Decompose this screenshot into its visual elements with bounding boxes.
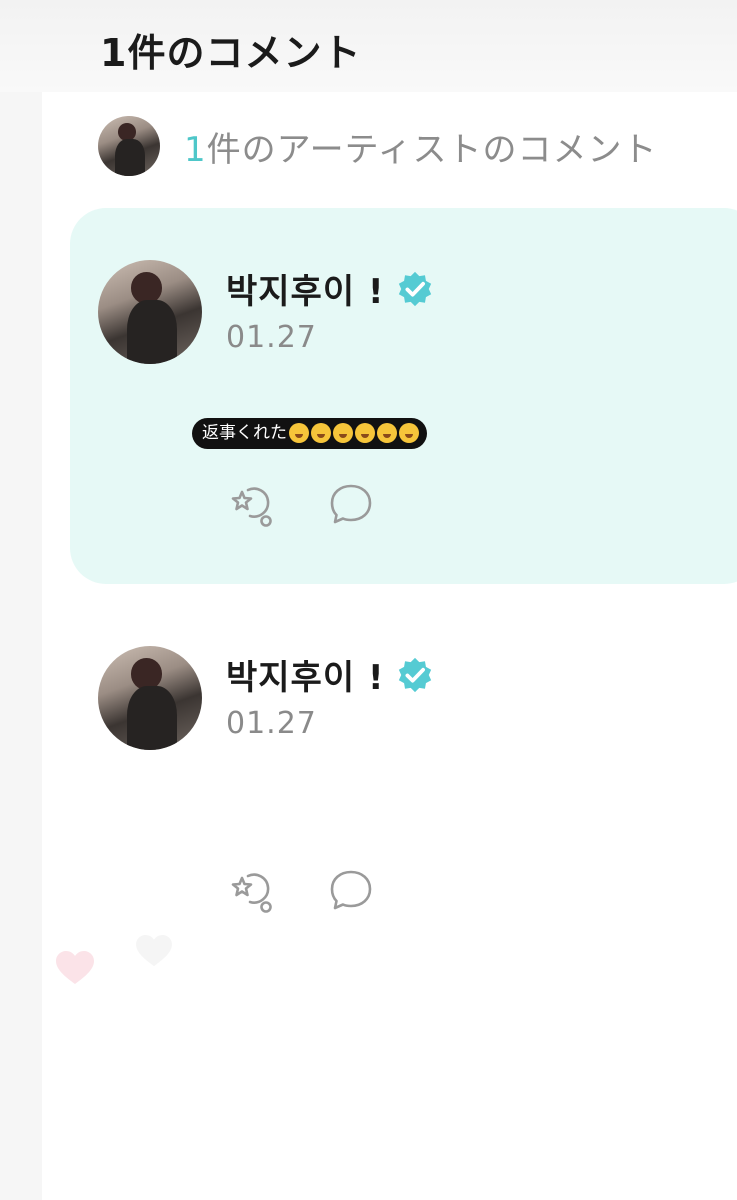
artist-comment-label: 件のアーティストのコメント [206,130,658,170]
comment-date: 01.27 [226,320,317,355]
verified-badge-icon [398,657,431,692]
comment-item: 박지후이 ! 01.27 [98,260,698,560]
speech-bubble-icon[interactable] [326,480,376,530]
comment-author-line: 박지후이 ! [226,264,434,313]
comment-item: 박지후이 ! 01.27 [98,646,698,946]
comment-author-line: 박지후이 ! [226,650,434,699]
artist-comment-summary-text: 1件のアーティストのコメント [184,122,658,171]
side-strip [0,90,42,1200]
heart-icon [56,951,94,984]
crying-emoji-icon [333,423,353,443]
speech-bubble-icon[interactable] [326,866,376,916]
comment-date: 01.27 [226,706,317,741]
artist-comment-count: 1 [184,130,207,170]
cheer-star-icon[interactable] [226,866,276,916]
header: 1件のコメント [0,0,737,92]
cheer-star-icon[interactable] [226,480,276,530]
crying-emoji-icon [289,423,309,443]
page-title: 1件のコメント [100,31,362,75]
avatar [98,116,160,176]
artist-comment-summary[interactable]: 1件のアーティストのコメント [98,116,718,176]
verified-badge-icon [398,271,431,306]
reaction-sticker: 返事くれた [192,418,427,449]
avatar[interactable] [98,260,202,364]
heart-icon [136,934,172,967]
comment-author-name[interactable]: 박지후이 ! [226,272,384,312]
avatar[interactable] [98,646,202,750]
crying-emoji-icon [311,423,331,443]
sticker-text: 返事くれた [202,423,287,443]
crying-emoji-icon [377,423,397,443]
crying-emoji-icon [399,423,419,443]
crying-emoji-icon [355,423,375,443]
comment-author-name[interactable]: 박지후이 ! [226,658,384,698]
